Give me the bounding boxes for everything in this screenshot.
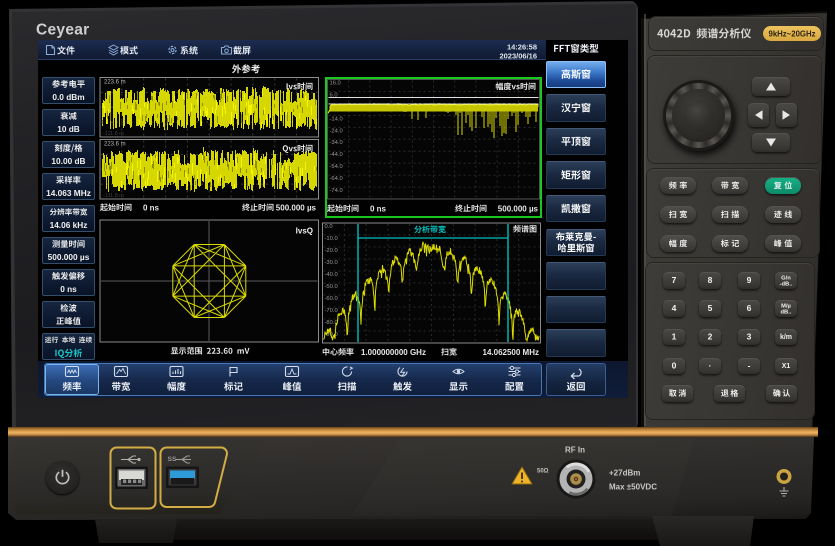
svg-text:500.000 µs: 500.000 µs [276, 203, 317, 212]
svg-text:X1: X1 [782, 363, 791, 370]
svg-text:+27dBm: +27dBm [609, 468, 640, 477]
svg-text:2023/06/16: 2023/06/16 [499, 52, 537, 61]
svg-text:10 dB: 10 dB [57, 124, 80, 134]
svg-text:-54.0: -54.0 [330, 164, 343, 170]
svg-text:-10.0: -10.0 [325, 236, 338, 242]
svg-text:IvsQ: IvsQ [296, 226, 313, 235]
svg-text:-34.0: -34.0 [330, 140, 343, 146]
svg-text:G/n: G/n [781, 275, 791, 281]
svg-text:-24.0: -24.0 [330, 128, 343, 134]
svg-text:3: 3 [747, 332, 752, 342]
svg-text:dB..: dB.. [781, 310, 792, 316]
svg-text:0 ns: 0 ns [60, 284, 77, 294]
svg-text:7: 7 [672, 275, 677, 285]
svg-text:0 ns: 0 ns [143, 203, 160, 212]
svg-text:0.0: 0.0 [325, 224, 333, 230]
svg-text:-44.0: -44.0 [330, 152, 343, 158]
svg-text:-30.0: -30.0 [325, 260, 338, 266]
svg-text:-dB..: -dB.. [780, 282, 793, 288]
svg-text:Max ±50VDC: Max ±50VDC [609, 482, 657, 491]
svg-text:-14.0: -14.0 [330, 116, 343, 122]
svg-text:1.000000000 GHz: 1.000000000 GHz [361, 348, 426, 357]
svg-text:16.0: 16.0 [330, 81, 341, 87]
svg-text:500.000 µs: 500.000 µs [498, 204, 539, 213]
svg-text:-111.8 m: -111.8 m [103, 131, 124, 137]
svg-text:0: 0 [672, 361, 677, 371]
svg-text:14.063 MHz: 14.063 MHz [46, 188, 91, 198]
svg-text:4: 4 [672, 303, 677, 313]
svg-text:2: 2 [708, 332, 713, 342]
svg-text:6: 6 [747, 303, 752, 313]
svg-text:-70.0: -70.0 [325, 308, 338, 314]
svg-text:-20.0: -20.0 [325, 248, 338, 254]
svg-text:-64.0: -64.0 [330, 176, 343, 182]
svg-text:-60.0: -60.0 [325, 296, 338, 302]
svg-text:8: 8 [708, 275, 713, 285]
svg-text:9: 9 [747, 275, 752, 285]
svg-text:50Ω: 50Ω [537, 469, 549, 475]
svg-text:14.06 kHz: 14.06 kHz [50, 220, 88, 230]
svg-text:223.6 m: 223.6 m [104, 142, 126, 148]
svg-text:223.6 m: 223.6 m [104, 80, 126, 86]
svg-text:k/m: k/m [780, 334, 792, 341]
svg-text:14:26:58: 14:26:58 [507, 43, 537, 52]
svg-text:-74.0: -74.0 [330, 188, 343, 194]
svg-text:1: 1 [672, 332, 677, 342]
svg-text:500.000 µs: 500.000 µs [48, 252, 90, 262]
svg-text:-50.0: -50.0 [325, 284, 338, 290]
svg-text:0 ns: 0 ns [370, 204, 387, 213]
svg-text:-111.8 m: -111.8 m [103, 193, 124, 199]
svg-text:10.00 dB: 10.00 dB [51, 156, 85, 166]
svg-text:5: 5 [708, 303, 713, 313]
svg-text:Ceyear: Ceyear [36, 22, 90, 39]
svg-text:·: · [709, 361, 712, 371]
svg-text:-: - [748, 361, 751, 371]
svg-text:0.0 dBm: 0.0 dBm [52, 92, 84, 102]
svg-text:9kHz~20GHz: 9kHz~20GHz [768, 29, 815, 38]
svg-text:14.062500 MHz: 14.062500 MHz [483, 348, 539, 357]
svg-text:-40.0: -40.0 [325, 272, 338, 278]
svg-text:RF In: RF In [565, 445, 585, 454]
svg-text:M/µ: M/µ [781, 303, 791, 309]
svg-text:SS: SS [168, 456, 177, 463]
